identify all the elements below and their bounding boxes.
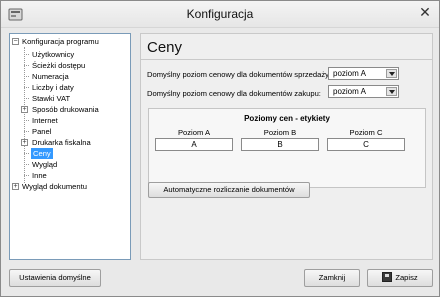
level-a-label: Poziom A <box>177 128 211 137</box>
tree-item-wyglad-dokumentu[interactable]: Wygląd dokumentu <box>22 181 87 192</box>
heading-divider <box>141 59 432 60</box>
level-b-label: Poziom B <box>263 128 297 137</box>
tree-item-panel[interactable]: Panel <box>32 126 51 137</box>
tree-item-numeracja[interactable]: Numeracja <box>32 71 69 82</box>
sales-price-level-select[interactable]: poziom A <box>328 67 399 80</box>
prices-settings-panel: Ceny Domyślny poziom cenowy dla dokument… <box>140 33 433 260</box>
chevron-down-icon[interactable] <box>386 87 397 96</box>
expand-icon[interactable]: + <box>12 183 19 190</box>
floppy-disk-icon <box>382 272 393 282</box>
expand-icon[interactable]: + <box>21 139 28 146</box>
collapse-icon[interactable]: − <box>12 38 19 45</box>
tree-item-drukarka-fiskalna[interactable]: Drukarka fiskalna <box>32 137 91 148</box>
tree-item-liczby-i-daty[interactable]: Liczby i daty <box>32 82 74 93</box>
close-button[interactable]: Zamknij <box>304 269 360 287</box>
price-level-labels-group: Poziomy cen - etykiety Poziom A A Poziom… <box>148 108 426 188</box>
configuration-window: Konfiguracja ✕ − Konfiguracja programu U… <box>0 0 440 297</box>
auto-settlement-button[interactable]: Automatyczne rozliczanie dokumentów <box>148 182 310 198</box>
tree-item-ceny[interactable]: Ceny <box>31 148 53 159</box>
tree-item-inne[interactable]: Inne <box>32 170 47 181</box>
settings-tree[interactable]: − Konfiguracja programu Użytkownicy Ście… <box>9 33 131 260</box>
tree-item-wyglad[interactable]: Wygląd <box>32 159 57 170</box>
purchase-price-level-label: Domyślny poziom cenowy dla dokumentów za… <box>147 89 321 98</box>
restore-defaults-button[interactable]: Ustawienia domyślne <box>9 269 101 287</box>
purchase-price-level-select[interactable]: poziom A <box>328 85 399 98</box>
tree-item-sposob-drukowania[interactable]: Sposób drukowania <box>32 104 99 115</box>
save-button[interactable]: Zapisz <box>367 269 433 287</box>
level-b-input[interactable]: B <box>241 138 319 151</box>
sales-price-level-label: Domyślny poziom cenowy dla dokumentów sp… <box>147 70 332 79</box>
sales-price-level-value: poziom A <box>333 69 366 78</box>
level-c-input[interactable]: C <box>327 138 405 151</box>
tree-item-konfiguracja-programu[interactable]: Konfiguracja programu <box>22 36 99 47</box>
page-title: Ceny <box>147 39 183 56</box>
level-a-input[interactable]: A <box>155 138 233 151</box>
level-c-label: Poziom C <box>349 128 383 137</box>
purchase-price-level-value: poziom A <box>333 87 366 96</box>
save-button-label: Zapisz <box>395 273 418 282</box>
tree-item-stawki-vat[interactable]: Stawki VAT <box>32 93 70 104</box>
expand-icon[interactable]: + <box>21 106 28 113</box>
chevron-down-icon[interactable] <box>386 69 397 78</box>
tree-item-uzytkownicy[interactable]: Użytkownicy <box>32 49 74 60</box>
window-close-button[interactable]: ✕ <box>417 4 433 20</box>
tree-item-internet[interactable]: Internet <box>32 115 58 126</box>
window-title: Konfiguracja <box>186 7 254 21</box>
group-title: Poziomy cen - etykiety <box>244 114 330 123</box>
tree-item-sciezki-dostepu[interactable]: Ścieżki dostępu <box>32 60 85 71</box>
title-bar: Konfiguracja ✕ <box>1 1 439 28</box>
tree-connector <box>24 47 25 183</box>
